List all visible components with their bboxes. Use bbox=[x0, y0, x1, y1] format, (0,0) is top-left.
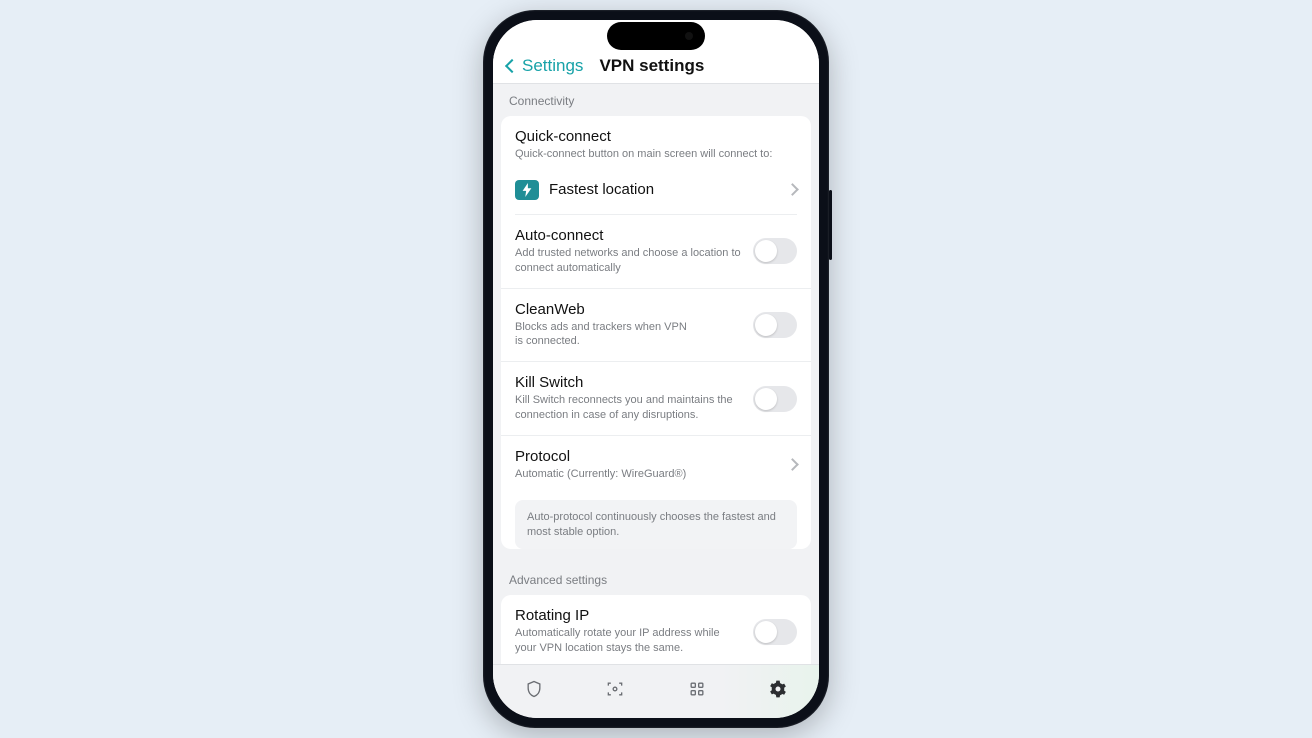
back-chevron-icon[interactable] bbox=[505, 58, 519, 72]
tab-bar bbox=[493, 664, 819, 718]
section-header-advanced: Advanced settings bbox=[493, 563, 819, 595]
chevron-right-icon bbox=[786, 183, 799, 196]
phone-frame: Settings VPN settings Connectivity Quick… bbox=[483, 10, 829, 728]
kill-switch-subtitle: Kill Switch reconnects you and maintains… bbox=[515, 393, 741, 423]
advanced-card: Rotating IP Automatically rotate your IP… bbox=[501, 595, 811, 664]
tab-grid-icon[interactable] bbox=[687, 679, 707, 699]
auto-connect-toggle[interactable] bbox=[753, 238, 797, 264]
row-kill-switch[interactable]: Kill Switch Kill Switch reconnects you a… bbox=[501, 361, 811, 435]
rotating-ip-title: Rotating IP bbox=[515, 607, 741, 624]
auto-connect-title: Auto-connect bbox=[515, 227, 741, 244]
quick-connect-option-label: Fastest location bbox=[549, 181, 778, 198]
kill-switch-toggle[interactable] bbox=[753, 386, 797, 412]
rotating-ip-subtitle: Automatically rotate your IP address whi… bbox=[515, 626, 741, 656]
row-auto-connect[interactable]: Auto-connect Add trusted networks and ch… bbox=[501, 215, 811, 288]
tab-scan-icon[interactable] bbox=[605, 679, 625, 699]
quick-connect-option[interactable]: Fastest location bbox=[501, 168, 811, 214]
lightning-icon bbox=[515, 180, 539, 200]
settings-scroll[interactable]: Connectivity Quick-connect Quick-connect… bbox=[493, 84, 819, 664]
tab-shield-icon[interactable] bbox=[524, 679, 544, 699]
protocol-note: Auto-protocol continuously chooses the f… bbox=[515, 500, 797, 550]
row-rotating-ip[interactable]: Rotating IP Automatically rotate your IP… bbox=[501, 595, 811, 664]
row-quick-connect: Quick-connect Quick-connect button on ma… bbox=[501, 116, 811, 168]
protocol-subtitle: Automatic (Currently: WireGuard®) bbox=[515, 467, 776, 482]
tab-settings-gear-icon[interactable] bbox=[768, 679, 788, 699]
section-header-connectivity: Connectivity bbox=[493, 84, 819, 116]
screen: Settings VPN settings Connectivity Quick… bbox=[493, 20, 819, 718]
kill-switch-title: Kill Switch bbox=[515, 374, 741, 391]
quick-connect-subtitle: Quick-connect button on main screen will… bbox=[515, 147, 797, 162]
chevron-right-icon bbox=[786, 458, 799, 471]
connectivity-card: Quick-connect Quick-connect button on ma… bbox=[501, 116, 811, 549]
page-title: VPN settings bbox=[599, 56, 704, 76]
protocol-title: Protocol bbox=[515, 448, 776, 465]
cleanweb-subtitle: Blocks ads and trackers when VPN is conn… bbox=[515, 320, 695, 350]
back-button[interactable]: Settings bbox=[522, 56, 583, 76]
auto-connect-subtitle: Add trusted networks and choose a locati… bbox=[515, 246, 741, 276]
dynamic-island bbox=[607, 22, 705, 50]
row-protocol[interactable]: Protocol Automatic (Currently: WireGuard… bbox=[501, 435, 811, 494]
row-cleanweb[interactable]: CleanWeb Blocks ads and trackers when VP… bbox=[501, 288, 811, 362]
cleanweb-title: CleanWeb bbox=[515, 301, 741, 318]
cleanweb-toggle[interactable] bbox=[753, 312, 797, 338]
quick-connect-title: Quick-connect bbox=[515, 128, 797, 145]
rotating-ip-toggle[interactable] bbox=[753, 619, 797, 645]
